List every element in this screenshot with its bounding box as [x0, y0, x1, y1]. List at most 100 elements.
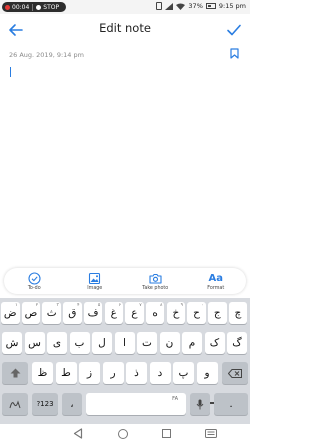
letter-key[interactable]: ق۴: [63, 302, 82, 324]
key-letter: د: [157, 367, 163, 379]
keyboard-row-1: ض۱ص۲ث۳ق۴ف۵غ۶ع۷ه۸خ۹ح۰جچ: [0, 302, 250, 324]
key-hint: ۶: [118, 303, 121, 308]
enter-key[interactable]: .: [214, 393, 248, 415]
key-letter: ظ: [37, 367, 48, 379]
key-hint: ۲: [35, 303, 39, 308]
key-letter: گ: [232, 337, 242, 349]
key-letter: چ: [234, 307, 242, 319]
keyboard-row-2: شسیب ل ا ت ن م کگ: [0, 332, 250, 354]
microphone-icon: [196, 399, 204, 409]
letter-key[interactable]: ج: [208, 302, 227, 324]
key-letter: ذ: [134, 367, 139, 379]
record-dot-icon: [5, 4, 10, 10]
shift-key[interactable]: [2, 362, 28, 384]
letter-key[interactable]: ر: [102, 362, 124, 384]
letter-key[interactable]: غ۶: [104, 302, 123, 324]
letter-key[interactable]: و: [196, 362, 218, 384]
letter-key[interactable]: خ۹: [166, 302, 186, 324]
letter-key[interactable]: ف۵: [83, 302, 103, 324]
letter-key[interactable]: م: [182, 332, 202, 354]
key-letter: ف: [87, 307, 99, 319]
save-check-icon[interactable]: [226, 22, 242, 38]
letter-key[interactable]: گ: [227, 332, 247, 354]
letter-key[interactable]: ث۳: [42, 302, 61, 324]
key-letter: ه: [152, 307, 158, 319]
letter-key[interactable]: ل: [92, 332, 112, 354]
letter-key[interactable]: ش: [2, 332, 22, 354]
key-letter: م: [188, 337, 196, 349]
key-letter: ب: [74, 337, 85, 349]
app-bar: Edit note: [0, 14, 250, 46]
space-key[interactable]: FA: [86, 393, 226, 415]
key-hint: ۷: [139, 303, 142, 308]
text-cursor[interactable]: [10, 67, 11, 77]
keyboard-switch-icon[interactable]: [205, 429, 217, 438]
comma-label: ،: [70, 398, 74, 410]
letter-key[interactable]: ن: [159, 332, 180, 354]
key-hint: ۴: [77, 303, 80, 308]
letter-key[interactable]: ه۸: [145, 302, 165, 324]
format-button[interactable]: Aa Format: [191, 272, 241, 291]
letter-key[interactable]: ذ: [126, 362, 147, 384]
key-letter: ل: [98, 337, 106, 349]
signal-icon: [165, 2, 174, 10]
period-label: .: [229, 398, 233, 410]
take-photo-button[interactable]: Take photo: [130, 272, 180, 291]
stop-label: STOP: [43, 3, 60, 11]
handwriting-key[interactable]: [2, 393, 28, 415]
comma-key[interactable]: ،: [62, 393, 82, 415]
handwriting-icon: [9, 399, 21, 408]
letter-key[interactable]: ا: [114, 332, 135, 354]
letter-key[interactable]: ک: [204, 332, 225, 354]
navigation-bar: [0, 424, 250, 444]
key-letter: ع: [131, 307, 138, 319]
key-letter: ر: [110, 367, 116, 379]
key-letter: ی: [52, 337, 62, 349]
key-letter: ت: [142, 337, 152, 349]
key-letter: ک: [209, 337, 220, 349]
image-button[interactable]: Image: [70, 272, 120, 291]
nav-home-icon[interactable]: [118, 429, 128, 439]
letter-key[interactable]: پ: [173, 362, 194, 384]
key-letter: غ: [110, 307, 117, 319]
battery-icon: [205, 3, 216, 9]
backspace-icon: [228, 368, 242, 378]
letter-key[interactable]: ظ: [32, 362, 53, 384]
wifi-icon: [176, 3, 186, 10]
key-letter: خ: [172, 307, 180, 319]
nav-back-icon[interactable]: [73, 428, 83, 439]
symbols-key[interactable]: ?123: [32, 393, 58, 415]
letter-key[interactable]: ط: [55, 362, 77, 384]
letter-key[interactable]: چ: [228, 302, 248, 324]
editor-toolbar: To-do Image Take photo Aa Format: [4, 268, 246, 294]
record-separator: [32, 3, 34, 11]
space-language: FA: [172, 396, 178, 402]
letter-key[interactable]: د: [149, 362, 171, 384]
mic-key[interactable]: [190, 393, 210, 415]
format-aa-icon: Aa: [208, 272, 224, 284]
letter-key[interactable]: ض۱: [1, 302, 20, 324]
letter-key[interactable]: س: [24, 332, 45, 354]
letter-key[interactable]: ز: [79, 362, 100, 384]
letter-key[interactable]: ت: [137, 332, 157, 354]
screen-record-badge[interactable]: 00:04 STOP: [2, 2, 66, 12]
letter-key[interactable]: ب: [69, 332, 90, 354]
key-hint: ۸: [159, 303, 163, 308]
image-label: Image: [87, 285, 103, 291]
keyboard-row-3: ظطزر ذ د پو: [0, 362, 250, 384]
key-letter: ص: [24, 307, 38, 319]
soft-keyboard: ض۱ص۲ث۳ق۴ف۵غ۶ع۷ه۸خ۹ح۰جچ شسیبلاتنمکگ ظطزرذ…: [0, 298, 250, 424]
sim-icon: [156, 2, 163, 10]
key-letter: پ: [178, 367, 189, 379]
letter-key[interactable]: ع۷: [125, 302, 144, 324]
letter-key[interactable]: ی: [47, 332, 67, 354]
letter-key[interactable]: ح۰: [187, 302, 206, 324]
letter-key[interactable]: ص۲: [21, 302, 41, 324]
todo-button[interactable]: To-do: [9, 271, 59, 291]
clock: 9:15 pm: [218, 2, 246, 10]
key-hint: ۰: [201, 303, 204, 308]
nav-recents-icon[interactable]: [162, 429, 171, 438]
keyboard-row-4: ?123 ، FA .: [0, 393, 250, 415]
bookmark-icon[interactable]: [230, 48, 239, 59]
backspace-key[interactable]: [222, 362, 248, 384]
